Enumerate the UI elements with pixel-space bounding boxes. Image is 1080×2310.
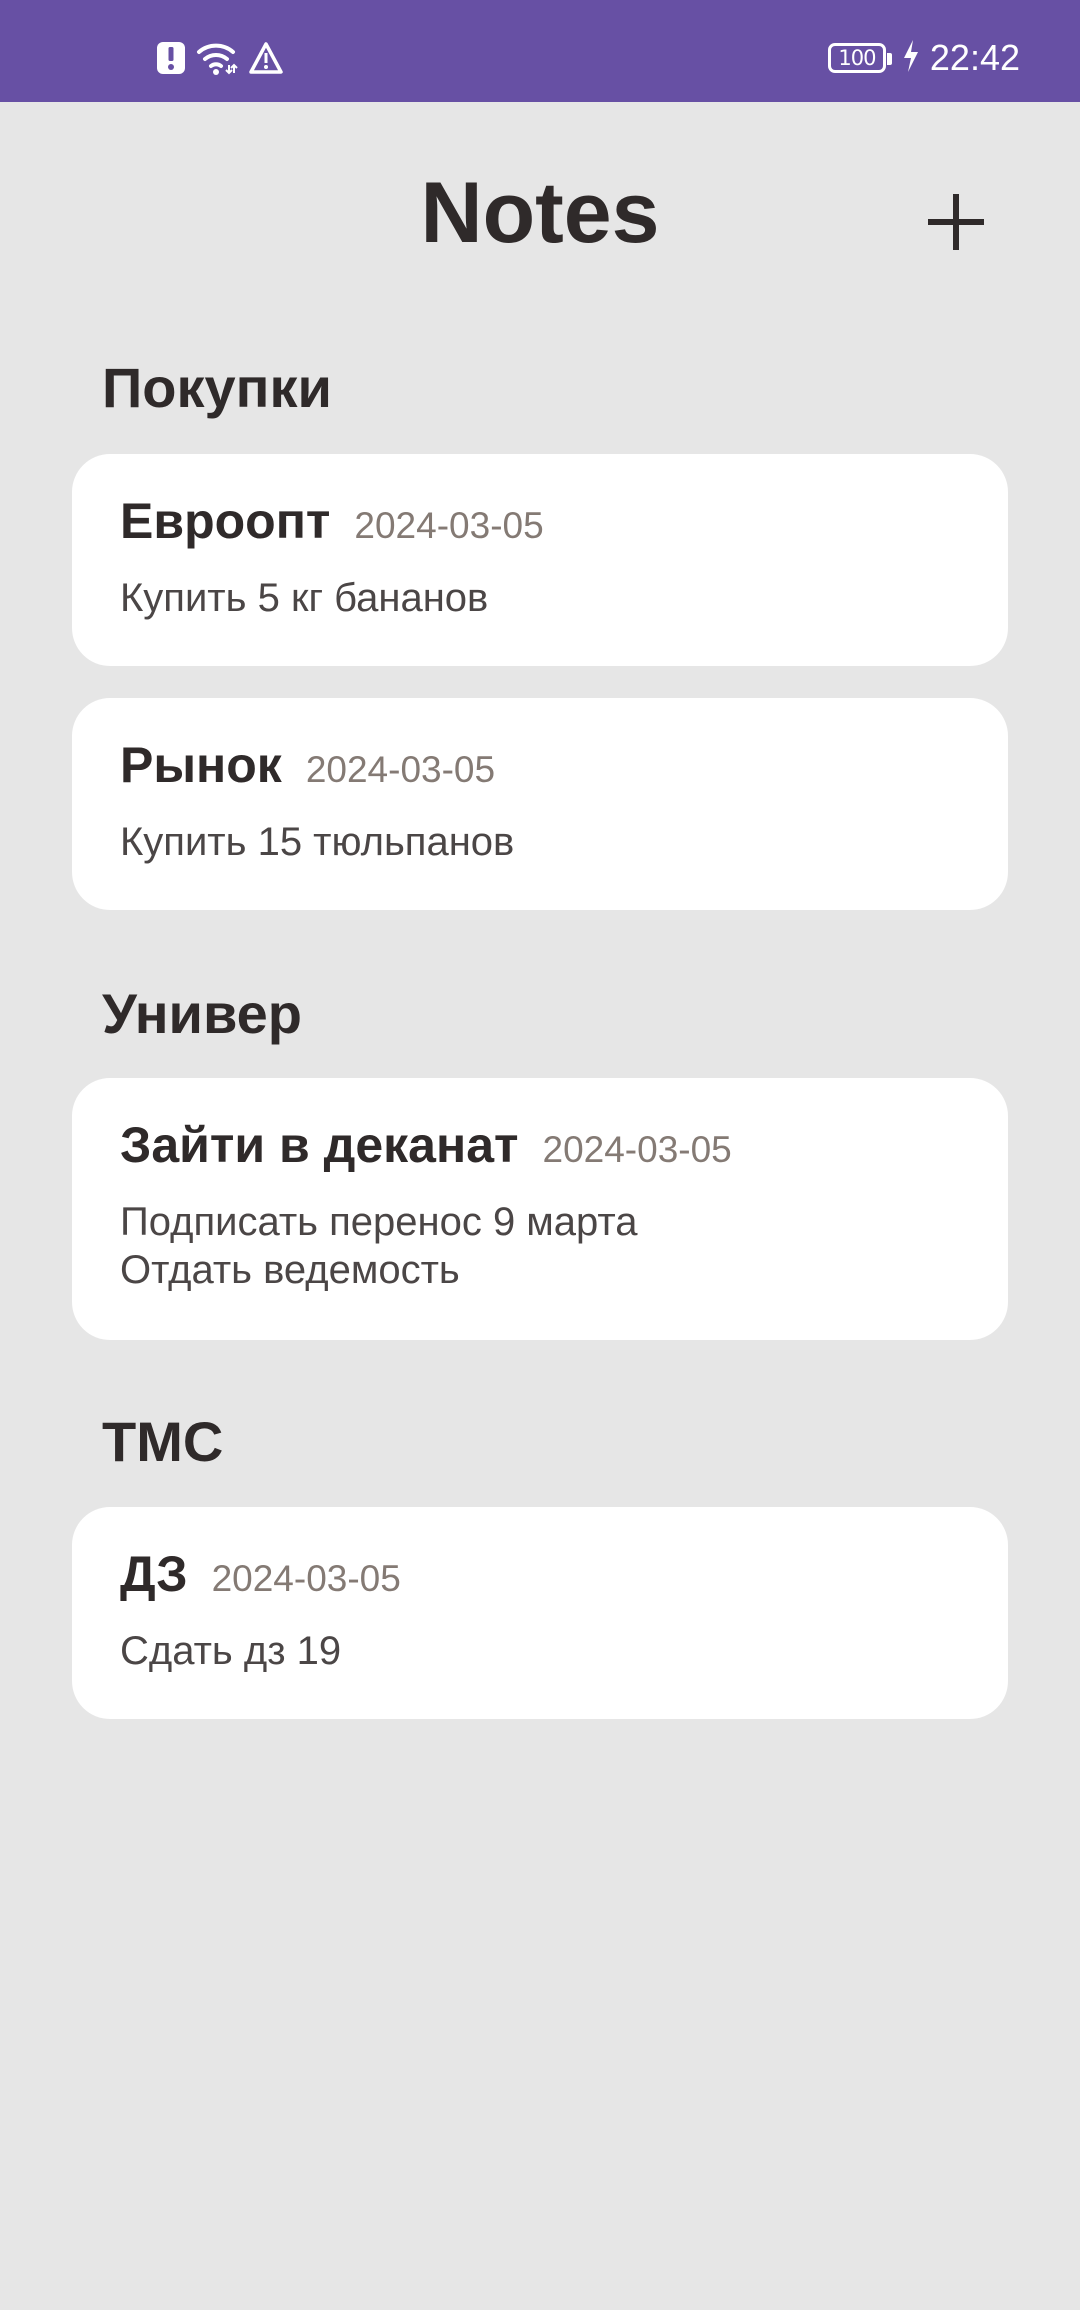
section-title: Покупки	[102, 356, 332, 419]
note-card[interactable]: ДЗ 2024-03-05 Сдать дз 19	[72, 1507, 1008, 1719]
section-title: Универ	[102, 982, 302, 1045]
status-icons-left	[156, 38, 284, 78]
note-body-line: Купить 5 кг бананов	[120, 576, 489, 620]
note-title: Рынок	[120, 737, 282, 793]
charging-bolt-icon	[902, 39, 920, 77]
warning-icon	[248, 41, 284, 75]
note-body: Купить 15 тюльпанов	[120, 818, 960, 866]
note-date: 2024-03-05	[305, 749, 496, 790]
note-body: Купить 5 кг бананов	[120, 574, 960, 622]
add-note-button[interactable]	[924, 190, 988, 254]
note-body: Сдать дз 19	[120, 1627, 960, 1675]
note-date: 2024-03-05	[354, 505, 544, 546]
battery-icon: 100	[827, 43, 892, 73]
battery-level: 100	[838, 45, 876, 70]
note-header: ДЗ 2024-03-05	[120, 1549, 960, 1611]
note-body-line: Отдать ведемость	[120, 1248, 460, 1292]
note-body-line: Купить 15 тюльпанов	[120, 820, 515, 864]
section-title: ТМС	[102, 1410, 224, 1473]
note-body-line: Сдать дз 19	[120, 1629, 342, 1673]
note-title: Евроопт	[120, 493, 331, 549]
note-header: Рынок 2024-03-05	[120, 740, 960, 802]
app-header: Notes	[0, 150, 1080, 300]
note-date: 2024-03-05	[542, 1129, 732, 1170]
note-card[interactable]: Зайти в деканат 2024-03-05 Подписать пер…	[72, 1078, 1008, 1340]
note-header: Зайти в деканат 2024-03-05	[120, 1120, 960, 1182]
wifi-icon	[196, 41, 238, 75]
note-card[interactable]: Рынок 2024-03-05 Купить 15 тюльпанов	[72, 698, 1008, 910]
note-body-line: Подписать перенос 9 марта	[120, 1200, 638, 1244]
alert-badge-icon	[156, 41, 186, 75]
status-icons-right: 100 22:42	[827, 36, 1020, 80]
plus-icon	[928, 194, 984, 250]
page-title: Notes	[420, 165, 660, 261]
note-title: Зайти в деканат	[120, 1117, 519, 1173]
note-date: 2024-03-05	[211, 1558, 401, 1599]
note-title: ДЗ	[120, 1546, 188, 1602]
note-header: Евроопт 2024-03-05	[120, 496, 960, 558]
status-bar: 100 22:42	[0, 0, 1080, 102]
status-time: 22:42	[929, 37, 1020, 78]
note-card[interactable]: Евроопт 2024-03-05 Купить 5 кг бананов	[72, 454, 1008, 666]
note-body: Подписать перенос 9 марта Отдать ведемос…	[120, 1198, 960, 1294]
